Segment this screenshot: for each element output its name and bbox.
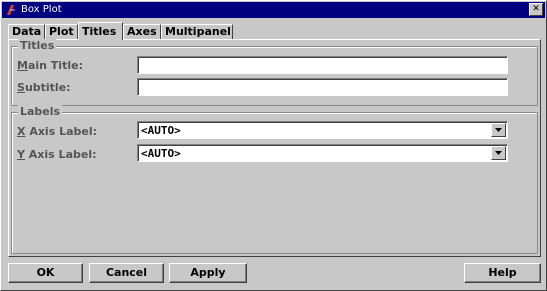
label-rest: Axis Label: — [25, 125, 98, 138]
tab-axes[interactable]: Axes — [123, 24, 161, 39]
x-axis-label: X Axis Label: — [17, 125, 97, 138]
tab-data[interactable]: Data — [8, 24, 45, 39]
tab-label: Plot — [49, 25, 74, 38]
help-button[interactable]: Help — [464, 263, 541, 283]
dropdown-button[interactable] — [491, 123, 506, 137]
subtitle-input[interactable] — [137, 78, 508, 96]
y-axis-label-select[interactable]: <AUTO> — [137, 144, 508, 162]
app-logo-icon — [7, 5, 15, 15]
tab-label: Axes — [127, 25, 157, 38]
titles-group-legend: Titles — [18, 39, 57, 52]
labels-group-legend: Labels — [18, 105, 63, 118]
tab-multipanel[interactable]: Multipanel — [161, 24, 233, 39]
dropdown-button[interactable] — [491, 146, 506, 160]
close-icon: ✕ — [532, 4, 540, 14]
main-title-input[interactable] — [137, 56, 508, 74]
mnemonic: M — [17, 59, 28, 72]
subtitle-label: Subtitle: — [17, 81, 71, 94]
label-rest: Axis Label: — [24, 148, 97, 161]
y-axis-value: <AUTO> — [141, 147, 181, 160]
label-rest: ubtitle: — [24, 81, 71, 94]
main-title-label: Main Title: — [17, 59, 83, 72]
tab-label: Titles — [82, 25, 117, 38]
tab-label: Multipanel — [165, 25, 231, 38]
box-plot-dialog: Box Plot ✕ Data Plot Titles Axes Multipa… — [0, 0, 547, 291]
chevron-down-icon — [495, 151, 502, 155]
ok-button[interactable]: OK — [8, 263, 83, 283]
mnemonic: S — [17, 81, 25, 94]
y-axis-label: Y Axis Label: — [17, 148, 97, 161]
window-title: Box Plot — [21, 4, 62, 15]
cancel-button[interactable]: Cancel — [89, 263, 164, 283]
chevron-down-icon — [495, 128, 502, 132]
label-rest: ain Title: — [27, 59, 83, 72]
x-axis-value: <AUTO> — [141, 124, 181, 137]
tab-titles[interactable]: Titles — [78, 22, 123, 40]
apply-button[interactable]: Apply — [169, 263, 247, 283]
mnemonic: Y — [17, 148, 25, 161]
tab-label: Data — [12, 25, 42, 38]
titles-group: Titles — [11, 39, 538, 106]
tab-plot[interactable]: Plot — [45, 24, 78, 39]
x-axis-label-select[interactable]: <AUTO> — [137, 121, 508, 139]
close-button[interactable]: ✕ — [529, 3, 543, 16]
title-bar[interactable]: Box Plot ✕ — [2, 2, 545, 18]
